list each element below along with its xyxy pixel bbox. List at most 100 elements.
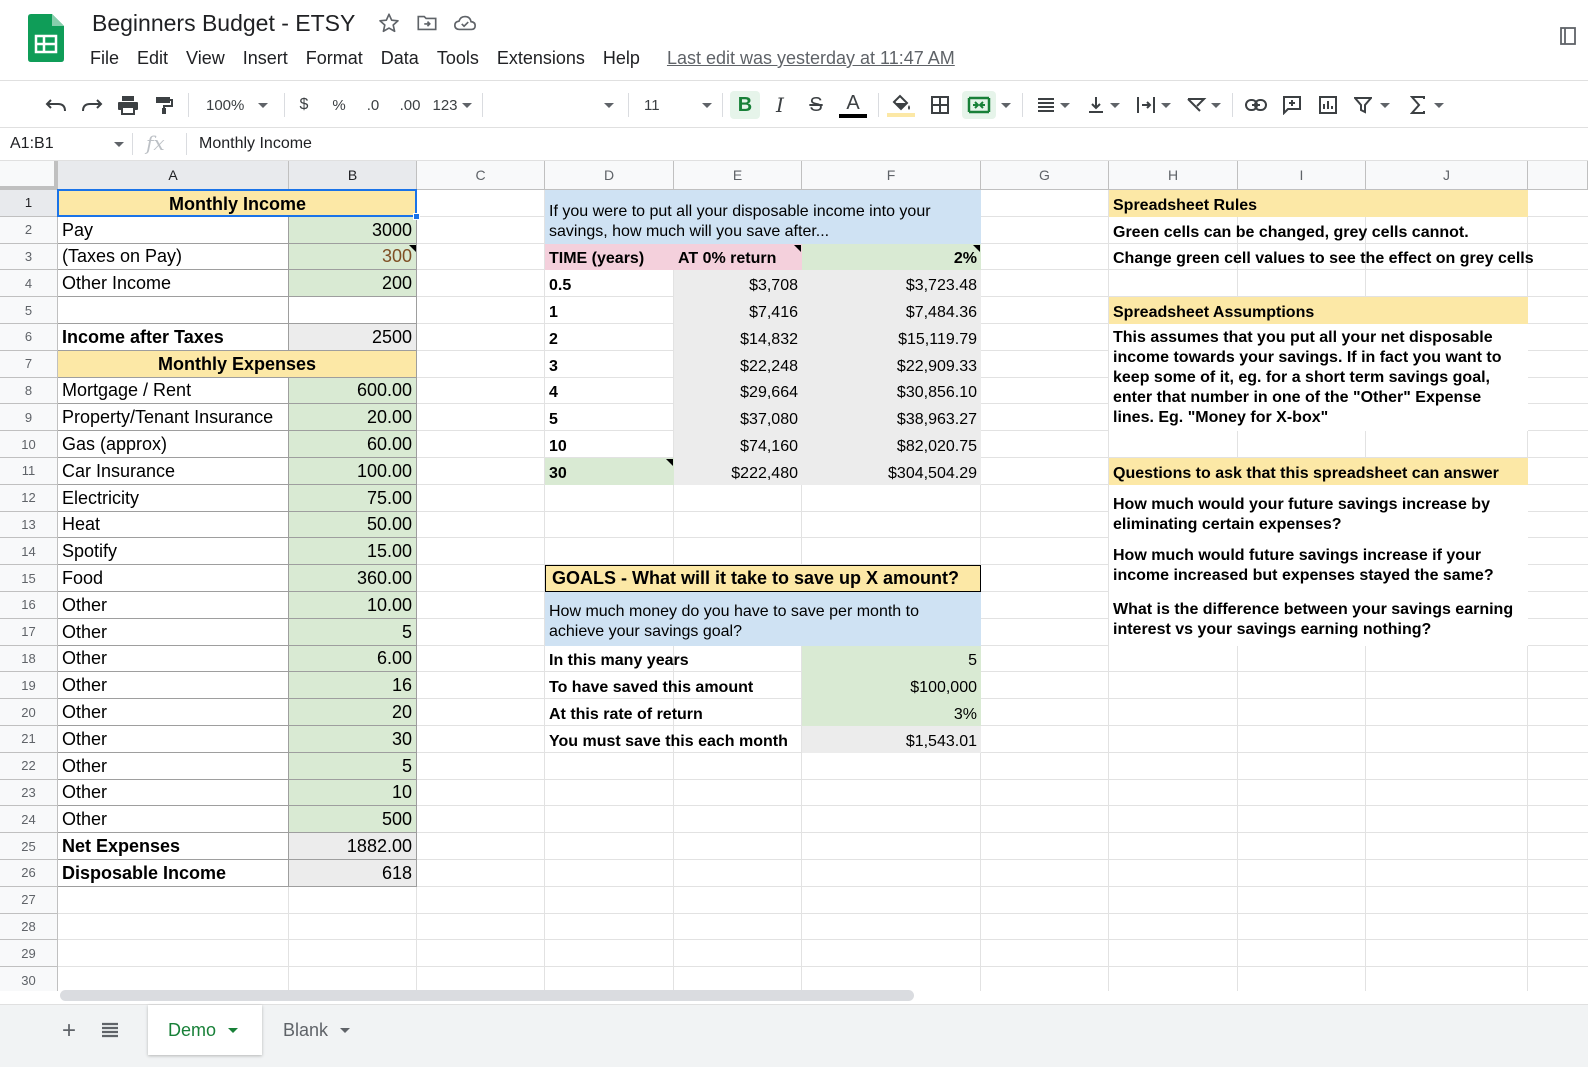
rules-line[interactable]: Green cells can be changed, grey cells c… xyxy=(1109,217,1528,244)
decrease-decimal-button[interactable]: .0 xyxy=(360,91,386,119)
menu-file[interactable]: File xyxy=(90,48,119,70)
link-icon[interactable] xyxy=(1242,91,1270,119)
filter-icon[interactable] xyxy=(1350,91,1394,119)
column-header[interactable]: G xyxy=(981,161,1109,190)
horizontal-scrollbar[interactable] xyxy=(60,990,914,1001)
text-wrap-icon[interactable] xyxy=(1132,91,1174,119)
expense-label[interactable]: Other xyxy=(58,779,289,807)
goal-label[interactable]: You must save this each month xyxy=(545,726,802,753)
add-sheet-button[interactable]: + xyxy=(62,1017,76,1045)
expense-value[interactable]: 10.00 xyxy=(289,592,417,619)
row-header[interactable]: 6 xyxy=(0,324,58,351)
income-label[interactable]: Other Income xyxy=(58,270,289,298)
bold-button[interactable]: B xyxy=(730,91,760,119)
row-header[interactable]: 19 xyxy=(0,672,58,700)
fill-color-icon[interactable] xyxy=(886,91,916,119)
more-formats-select[interactable]: 123 xyxy=(430,91,474,119)
borders-icon[interactable] xyxy=(926,91,954,119)
cloud-saved-icon[interactable] xyxy=(453,12,476,34)
expense-value[interactable]: 100.00 xyxy=(289,458,417,485)
row-header[interactable]: 23 xyxy=(0,779,58,807)
row-header[interactable]: 17 xyxy=(0,618,58,646)
increase-decimal-button[interactable]: .00 xyxy=(394,91,426,119)
percent-format-button[interactable]: % xyxy=(327,91,351,119)
column-header[interactable]: I xyxy=(1238,161,1366,190)
questions-header[interactable]: Questions to ask that this spreadsheet c… xyxy=(1109,458,1528,485)
row-header[interactable]: 9 xyxy=(0,404,58,432)
row-header[interactable]: 16 xyxy=(0,592,58,619)
row-header[interactable]: 12 xyxy=(0,484,58,512)
savings-zero-return[interactable]: $37,080 xyxy=(674,404,802,432)
goals-question[interactable]: How much money do you have to save per m… xyxy=(545,592,981,646)
savings-time[interactable]: 10 xyxy=(545,431,674,458)
expense-value[interactable]: 75.00 xyxy=(289,484,417,512)
row-header[interactable]: 10 xyxy=(0,431,58,458)
savings-rate-return[interactable]: $304,504.29 xyxy=(802,458,981,485)
valign-icon[interactable] xyxy=(1082,91,1124,119)
row-header[interactable]: 24 xyxy=(0,806,58,834)
spreadsheet-grid[interactable]: A B C D E F G H I J 1 2 3 4 5 6 7 8 9 10 11 12 13 14 15 16 17 18 19 2… xyxy=(0,161,1588,991)
row-header[interactable]: 11 xyxy=(0,458,58,485)
goal-value[interactable]: $1,543.01 xyxy=(802,726,981,753)
menu-tools[interactable]: Tools xyxy=(437,48,479,70)
currency-format-button[interactable]: $ xyxy=(292,91,316,119)
row-header[interactable]: 21 xyxy=(0,726,58,753)
column-header[interactable]: C xyxy=(417,161,545,190)
menu-format[interactable]: Format xyxy=(306,48,363,70)
expense-value[interactable]: 16 xyxy=(289,672,417,700)
question-item[interactable]: What is the difference between your savi… xyxy=(1109,592,1528,646)
expense-label[interactable]: Other xyxy=(58,592,289,619)
row-header[interactable]: 25 xyxy=(0,833,58,860)
goal-value[interactable]: 3% xyxy=(802,699,981,726)
net-expenses-value[interactable]: 1882.00 xyxy=(289,833,417,860)
menu-edit[interactable]: Edit xyxy=(137,48,168,70)
sheets-logo-icon[interactable] xyxy=(28,14,64,62)
expenses-header[interactable]: Monthly Expenses xyxy=(58,350,417,378)
expense-label[interactable]: Other xyxy=(58,726,289,753)
expense-value[interactable]: 50.00 xyxy=(289,511,417,539)
empty-cell[interactable] xyxy=(289,297,417,324)
sheet-tab-demo[interactable]: Demo xyxy=(148,1005,262,1055)
income-after-taxes-label[interactable]: Income after Taxes xyxy=(58,324,289,351)
rules-line[interactable]: Change green cell values to see the effe… xyxy=(1109,244,1534,271)
chevron-down-icon[interactable] xyxy=(340,1027,351,1033)
row-header[interactable]: 7 xyxy=(0,350,58,378)
expense-value[interactable]: 360.00 xyxy=(289,565,417,592)
document-title[interactable]: Beginners Budget - ETSY xyxy=(92,10,355,37)
redo-icon[interactable] xyxy=(78,91,106,119)
row-header[interactable]: 5 xyxy=(0,297,58,324)
expense-value[interactable]: 600.00 xyxy=(289,377,417,405)
row-header[interactable]: 14 xyxy=(0,538,58,566)
assumptions-header[interactable]: Spreadsheet Assumptions xyxy=(1109,297,1528,324)
expense-label[interactable]: Heat xyxy=(58,511,289,539)
income-label[interactable]: (Taxes on Pay) xyxy=(58,243,289,271)
font-size-select[interactable]: 11 xyxy=(640,91,716,119)
move-to-folder-icon[interactable] xyxy=(416,12,438,34)
row-header[interactable]: 28 xyxy=(0,913,58,941)
goal-label[interactable]: In this many years xyxy=(545,646,802,673)
expense-label[interactable]: Mortgage / Rent xyxy=(58,377,289,405)
savings-time[interactable]: 5 xyxy=(545,404,674,431)
star-icon[interactable] xyxy=(378,12,400,34)
expense-label[interactable]: Property/Tenant Insurance xyxy=(58,404,289,432)
savings-zero-return[interactable]: $22,248 xyxy=(674,350,802,378)
row-header[interactable]: 4 xyxy=(0,270,58,298)
menu-view[interactable]: View xyxy=(186,48,225,70)
chevron-down-icon[interactable] xyxy=(114,142,124,147)
italic-button[interactable]: I xyxy=(766,91,794,119)
income-label[interactable]: Pay xyxy=(58,216,289,244)
row-header[interactable]: 1 xyxy=(0,190,58,217)
income-header[interactable]: Monthly Income xyxy=(58,190,417,217)
expense-label[interactable]: Other xyxy=(58,645,289,673)
savings-rate-return[interactable]: $38,963.27 xyxy=(802,404,981,432)
savings-zero-return[interactable]: $3,708 xyxy=(674,270,802,298)
savings-zero-return[interactable]: $222,480 xyxy=(674,458,802,485)
expense-label[interactable]: Spotify xyxy=(58,538,289,566)
expense-label[interactable]: Other xyxy=(58,618,289,646)
net-expenses-label[interactable]: Net Expenses xyxy=(58,833,289,860)
expense-value[interactable]: 15.00 xyxy=(289,538,417,566)
expense-value[interactable]: 20.00 xyxy=(289,404,417,432)
savings-rate-return[interactable]: $3,723.48 xyxy=(802,270,981,298)
expense-label[interactable]: Electricity xyxy=(58,484,289,512)
assumptions-text[interactable]: This assumes that you put all your net d… xyxy=(1109,324,1528,432)
